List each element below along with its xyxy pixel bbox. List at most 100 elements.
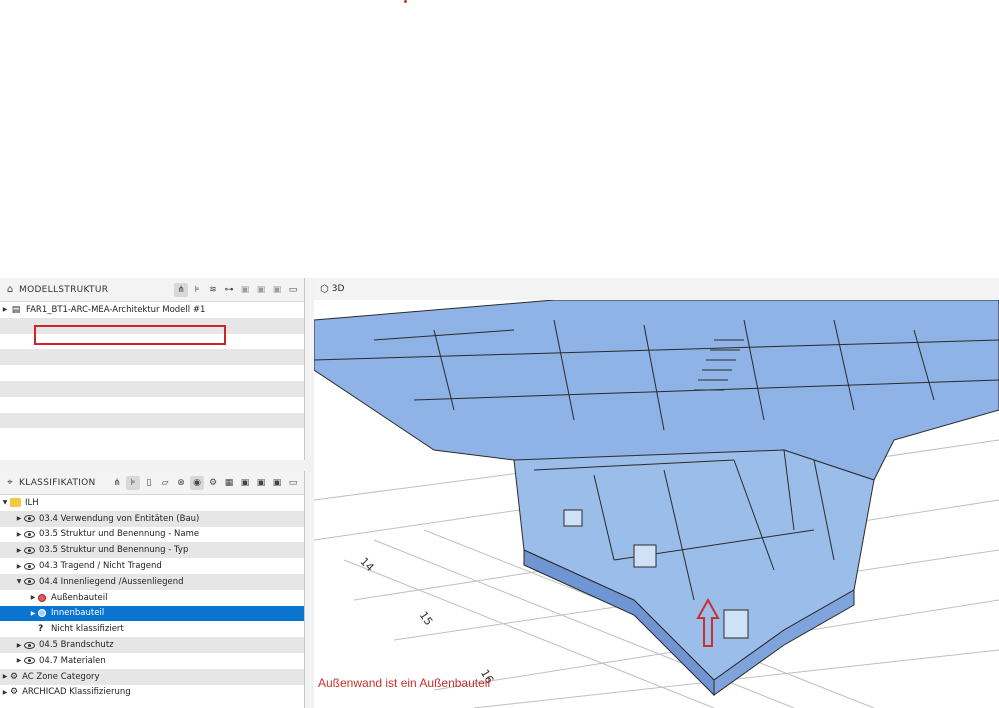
model-structure-panel: ⌂ MODELLSTRUKTUR ⋔ ⊧ ≋ ⊶ ▣ ▣ ▣ ▭ ▶ ▤ FAR… [0,278,305,460]
close-circle-icon[interactable]: ⊗ [174,476,188,490]
classification-system-icon: ⚙ [10,687,19,698]
annotation-text: Außenwand ist ein Außenbauteil [318,676,491,690]
tree-item-label: 04.5 Brandschutz [39,640,114,651]
blue-circle-icon [38,609,46,618]
tree-item-label: 03.5 Struktur und Benennung - Name [39,529,200,540]
hierarchy-icon[interactable]: ⊧ [126,475,140,490]
3d-view-header: ⬡ 3D [314,278,999,300]
gear-icon[interactable]: ⚙ [206,476,220,490]
tree-item[interactable]: ▶ 03.5 Struktur und Benennung - Name [0,527,304,543]
expand-arrow-icon[interactable]: ▶ [14,547,24,554]
tree-item-ilh[interactable]: ▼ ILH [0,495,304,511]
tree-item-label: ILH [25,497,39,508]
eye-icon [24,530,35,538]
tree-item-label: 03.5 Struktur und Benennung - Typ [39,545,189,556]
empty-row [0,397,304,413]
expand-arrow-icon[interactable]: ▶ [28,594,38,601]
tree-view-icon[interactable]: ⋔ [110,476,124,490]
lock-icon-2[interactable]: ▣ [254,476,268,490]
tree-item-nicht-klassifiziert[interactable]: ? Nicht klassifiziert [0,621,304,637]
tree-item[interactable]: ▶ 04.5 Brandschutz [0,637,304,653]
tree-item-label: Innenbauteil [51,608,105,619]
lock-icon-2[interactable]: ▣ [254,283,268,297]
model-row[interactable]: ▶ ▤ FAR1_BT1-ARC-MEA-Architektur Modell … [0,302,304,318]
visibility-icon[interactable]: ◉ [190,475,204,490]
empty-row [0,412,304,429]
question-icon: ? [38,624,44,635]
layout-icon[interactable]: ▦ [222,476,236,490]
expand-arrow-icon[interactable]: ▶ [14,515,24,522]
app-window: ⌂ MODELLSTRUKTUR ⋔ ⊧ ≋ ⊶ ▣ ▣ ▣ ▭ ▶ ▤ FAR… [0,278,999,708]
eye-icon [24,641,35,649]
3d-view-title: 3D [331,284,345,294]
tree-item[interactable]: ▶ ⚙ ARCHICAD Klassifizierung [0,685,304,701]
3d-viewport[interactable]: 14 15 16 [314,300,999,708]
classification-toolbar: ⋔ ⊧ ▯ ▱ ⊗ ◉ ⚙ ▦ ▣ ▣ ▣ ▭ [110,475,304,490]
tag-icon: ⌖ [7,477,13,488]
tree-item-label: ARCHICAD Klassifizierung [22,687,131,698]
tree-item-label: Nicht klassifiziert [51,624,124,635]
empty-row [0,380,304,397]
tree-item[interactable]: ▶ 04.3 Tragend / Nicht Tragend [0,558,304,574]
tree-item-label: AC Zone Category [22,671,100,682]
expand-arrow-icon[interactable]: ▶ [14,563,24,570]
lock-icon[interactable]: ▣ [238,283,252,297]
red-mark [404,0,407,3]
collapse-arrow-icon[interactable]: ▼ [0,499,10,506]
tree-item[interactable]: ▶ 03.4 Verwendung von Entitäten (Bau) [0,510,304,527]
new-file-icon[interactable]: ▯ [142,476,156,490]
folder-open-icon[interactable]: ▱ [158,476,172,490]
expand-arrow-icon[interactable]: ▶ [0,306,10,313]
tree-view-icon[interactable]: ⋔ [174,282,188,297]
tree-item-label: 04.4 Innenliegend /Aussenliegend [39,576,184,587]
model-structure-toolbar: ⋔ ⊧ ≋ ⊶ ▣ ▣ ▣ ▭ [174,282,304,297]
classification-header: ⌖ KLASSIFIKATION ⋔ ⊧ ▯ ▱ ⊗ ◉ ⚙ ▦ ▣ ▣ ▣ ▭ [0,471,304,495]
classification-title: KLASSIFIKATION [19,477,96,488]
eye-icon [24,546,35,554]
model-row-label: FAR1_BT1-ARC-MEA-Architektur Modell #1 [26,304,206,315]
cube-icon: ⬡ [320,283,329,295]
red-circle-icon [38,593,46,602]
expand-arrow-icon[interactable]: ▶ [28,610,38,617]
expand-arrow-icon[interactable]: ▶ [14,531,24,538]
tree-item-label: 04.3 Tragend / Nicht Tragend [39,561,162,572]
expand-arrow-icon[interactable]: ▶ [14,657,24,664]
model-file-icon: ▤ [11,304,21,315]
eye-icon [24,578,35,586]
lock-icon-3[interactable]: ▣ [270,283,284,297]
hierarchy-icon[interactable]: ⊧ [190,283,204,297]
collapse-arrow-icon[interactable]: ▼ [14,578,24,585]
tree-item[interactable]: ▶ 04.7 Materialen [0,653,304,669]
group-icon[interactable]: ⊶ [222,283,236,297]
tree-item-innenbauteil[interactable]: ▶ Innenbauteil [0,605,304,622]
eye-icon [24,562,35,570]
model-structure-header: ⌂ MODELLSTRUKTUR ⋔ ⊧ ≋ ⊶ ▣ ▣ ▣ ▭ [0,278,304,302]
tree-item-aussenbauteil[interactable]: ▶ Außenbauteil [0,590,304,606]
model-structure-title: MODELLSTRUKTUR [19,284,109,295]
classification-system-icon: ⚙ [10,671,19,682]
expand-arrow-icon[interactable]: ▶ [0,689,10,696]
tree-item-label: 04.7 Materialen [39,655,106,666]
classification-panel: ⌖ KLASSIFIKATION ⋔ ⊧ ▯ ▱ ⊗ ◉ ⚙ ▦ ▣ ▣ ▣ ▭… [0,471,305,708]
3d-view-panel: ⬡ 3D 14 15 16 [314,278,999,708]
tree-item[interactable]: ▶ 03.5 Struktur und Benennung - Typ [0,542,304,559]
empty-row [0,349,304,366]
empty-row [0,365,304,381]
expand-arrow-icon[interactable]: ▶ [14,642,24,649]
panel-layout-icon[interactable]: ▭ [286,476,300,490]
layers-icon[interactable]: ≋ [206,283,220,297]
expand-arrow-icon[interactable]: ▶ [0,673,10,680]
panel-layout-icon[interactable]: ▭ [286,283,300,297]
empty-row [0,334,304,350]
empty-row [0,317,304,334]
tree-item-label: 03.4 Verwendung von Entitäten (Bau) [39,513,200,524]
folder-icon [10,498,21,508]
tree-item[interactable]: ▼ 04.4 Innenliegend /Aussenliegend [0,573,304,590]
eye-icon [24,657,35,665]
building-icon: ⌂ [6,284,14,295]
lock-icon-3[interactable]: ▣ [270,476,284,490]
tree-item-label: Außenbauteil [51,592,108,603]
tree-item[interactable]: ▶ ⚙ AC Zone Category [0,668,304,685]
building-model [314,300,999,708]
lock-icon[interactable]: ▣ [238,476,252,490]
